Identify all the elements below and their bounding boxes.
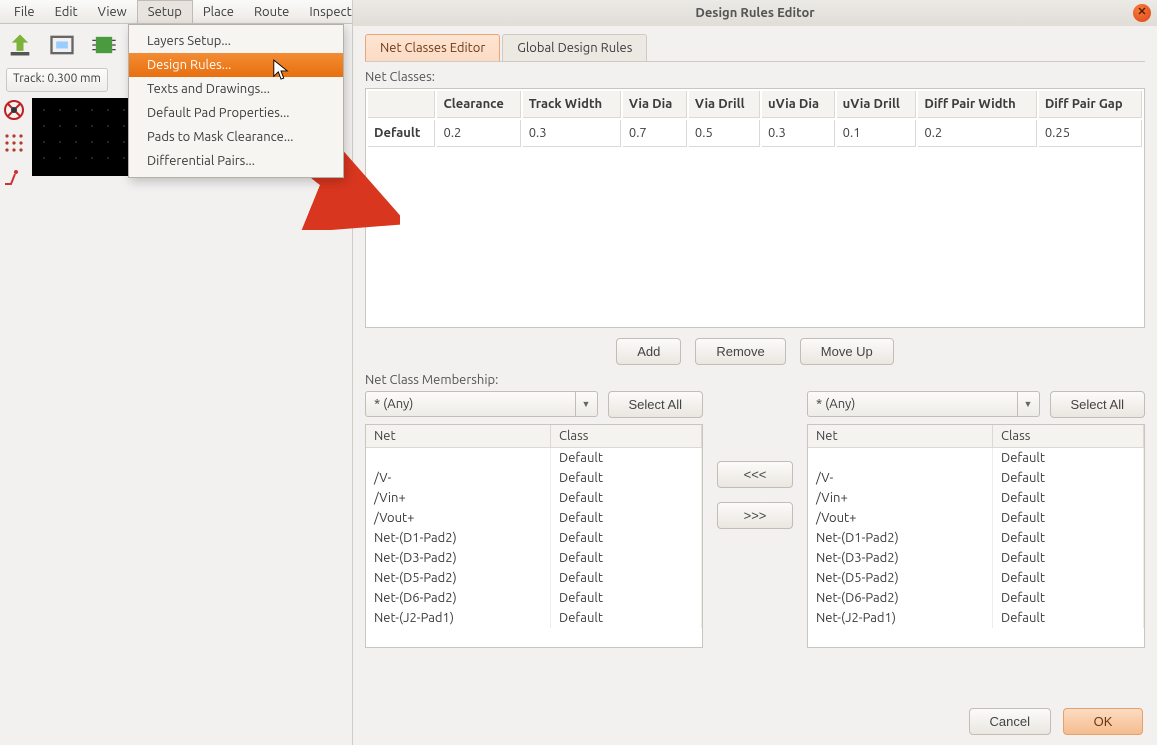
right-filter-combo[interactable]: * (Any) ▼ — [807, 391, 1040, 417]
netclass-table-wrap: ClearanceTrack WidthVia DiaVia DrilluVia… — [365, 88, 1145, 328]
dialog-titlebar[interactable]: Design Rules Editor ✕ — [353, 0, 1157, 26]
list-item[interactable]: Net-(D3-Pad2)Default — [366, 548, 702, 568]
close-icon[interactable]: ✕ — [1133, 4, 1151, 22]
tab-net-classes[interactable]: Net Classes Editor — [365, 34, 500, 61]
left-net-list[interactable]: Net Class Default/V-Default/Vin+Default/… — [365, 424, 703, 648]
list-item[interactable]: Net-(J2-Pad1)Default — [808, 608, 1144, 628]
grid-icon[interactable] — [2, 131, 26, 155]
tab-global-rules[interactable]: Global Design Rules — [502, 34, 647, 61]
netclass-cell[interactable]: 0.2 — [437, 120, 520, 147]
right-filter-value: * (Any) — [816, 397, 855, 411]
netclass-col: uVia Dia — [762, 91, 835, 118]
editor-background: File Edit View Setup Place Route Inspect… — [0, 0, 1157, 745]
netclass-cell[interactable]: 0.7 — [623, 120, 687, 147]
menu-setup[interactable]: Setup — [137, 0, 193, 23]
setup-dropdown: Layers Setup... Design Rules... Texts an… — [128, 24, 344, 178]
label-net-classes: Net Classes: — [365, 70, 1145, 84]
track-width-indicator[interactable]: Track: 0.300 mm — [6, 68, 108, 92]
col-class: Class — [551, 425, 702, 448]
netclass-cell[interactable]: 0.3 — [762, 120, 835, 147]
netclass-col: Clearance — [437, 91, 520, 118]
col-net: Net — [366, 425, 551, 448]
add-button[interactable]: Add — [616, 338, 681, 365]
label-membership: Net Class Membership: — [365, 373, 1145, 387]
left-filter-value: * (Any) — [374, 397, 413, 411]
menu-layers-setup[interactable]: Layers Setup... — [129, 29, 343, 53]
netclass-col: Diff Pair Width — [918, 91, 1036, 118]
netclass-col: Track Width — [523, 91, 621, 118]
list-item[interactable]: /Vin+Default — [366, 488, 702, 508]
list-item[interactable]: Net-(D5-Pad2)Default — [366, 568, 702, 588]
list-item[interactable]: Net-(D6-Pad2)Default — [366, 588, 702, 608]
list-item[interactable]: Default — [808, 448, 1144, 469]
netclass-col: Via Drill — [689, 91, 760, 118]
chevron-down-icon: ▼ — [1017, 392, 1039, 416]
left-filter-combo[interactable]: * (Any) ▼ — [365, 391, 598, 417]
list-item[interactable]: Default — [366, 448, 702, 469]
list-item[interactable]: Net-(D1-Pad2)Default — [808, 528, 1144, 548]
netclass-cell[interactable]: 0.25 — [1039, 120, 1142, 147]
netclass-cell[interactable]: 0.3 — [523, 120, 621, 147]
menu-edit[interactable]: Edit — [45, 1, 88, 23]
list-item[interactable]: Net-(D6-Pad2)Default — [808, 588, 1144, 608]
cancel-button[interactable]: Cancel — [969, 708, 1051, 735]
netclass-cell[interactable]: 0.5 — [689, 120, 760, 147]
netclass-col: uVia Drill — [837, 91, 917, 118]
left-toolstrip — [2, 98, 28, 197]
move-right-button[interactable]: >>> — [717, 502, 793, 529]
list-item[interactable]: /Vout+Default — [808, 508, 1144, 528]
netclass-col — [368, 91, 435, 118]
netclass-col: Diff Pair Gap — [1039, 91, 1142, 118]
menu-file[interactable]: File — [4, 1, 45, 23]
moveup-button[interactable]: Move Up — [800, 338, 894, 365]
netclass-cell[interactable]: 0.1 — [837, 120, 917, 147]
polar-icon[interactable] — [2, 164, 26, 188]
left-selectall-button[interactable]: Select All — [608, 391, 703, 418]
open-icon[interactable] — [6, 31, 34, 59]
netclass-col: Via Dia — [623, 91, 687, 118]
col-net: Net — [808, 425, 993, 448]
dialog-title: Design Rules Editor — [695, 6, 814, 20]
right-net-list[interactable]: Net Class Default/V-Default/Vin+Default/… — [807, 424, 1145, 648]
dialog-tabs: Net Classes Editor Global Design Rules — [365, 34, 1145, 62]
list-item[interactable]: /V-Default — [808, 468, 1144, 488]
board-icon[interactable] — [48, 31, 76, 59]
menu-diff-pairs[interactable]: Differential Pairs... — [129, 149, 343, 173]
ok-button[interactable]: OK — [1063, 708, 1143, 735]
list-item[interactable]: Net-(J2-Pad1)Default — [366, 608, 702, 628]
remove-button[interactable]: Remove — [695, 338, 785, 365]
netclass-table[interactable]: ClearanceTrack WidthVia DiaVia DrilluVia… — [366, 89, 1144, 149]
netclass-row-name[interactable]: Default — [368, 120, 435, 147]
menu-pads-mask[interactable]: Pads to Mask Clearance... — [129, 125, 343, 149]
list-item[interactable]: Net-(D5-Pad2)Default — [808, 568, 1144, 588]
list-item[interactable]: /V-Default — [366, 468, 702, 488]
right-selectall-button[interactable]: Select All — [1050, 391, 1145, 418]
menu-default-pad[interactable]: Default Pad Properties... — [129, 101, 343, 125]
list-item[interactable]: Net-(D3-Pad2)Default — [808, 548, 1144, 568]
main-toolbar — [0, 24, 124, 66]
list-item[interactable]: /Vout+Default — [366, 508, 702, 528]
menu-texts-drawings[interactable]: Texts and Drawings... — [129, 77, 343, 101]
drc-off-icon[interactable] — [2, 98, 26, 122]
menu-place[interactable]: Place — [193, 1, 244, 23]
chip-icon[interactable] — [90, 31, 118, 59]
col-class: Class — [993, 425, 1144, 448]
netclass-cell[interactable]: 0.2 — [918, 120, 1036, 147]
menu-design-rules[interactable]: Design Rules... — [129, 53, 343, 77]
cursor-icon — [272, 58, 290, 82]
move-left-button[interactable]: <<< — [717, 461, 793, 488]
menu-route[interactable]: Route — [244, 1, 299, 23]
list-item[interactable]: Net-(D1-Pad2)Default — [366, 528, 702, 548]
membership-area: * (Any) ▼ Select All Net Class Default/V… — [365, 391, 1145, 648]
chevron-down-icon: ▼ — [575, 392, 597, 416]
list-item[interactable]: /Vin+Default — [808, 488, 1144, 508]
menu-view[interactable]: View — [88, 1, 137, 23]
design-rules-dialog: Design Rules Editor ✕ Net Classes Editor… — [352, 0, 1157, 745]
